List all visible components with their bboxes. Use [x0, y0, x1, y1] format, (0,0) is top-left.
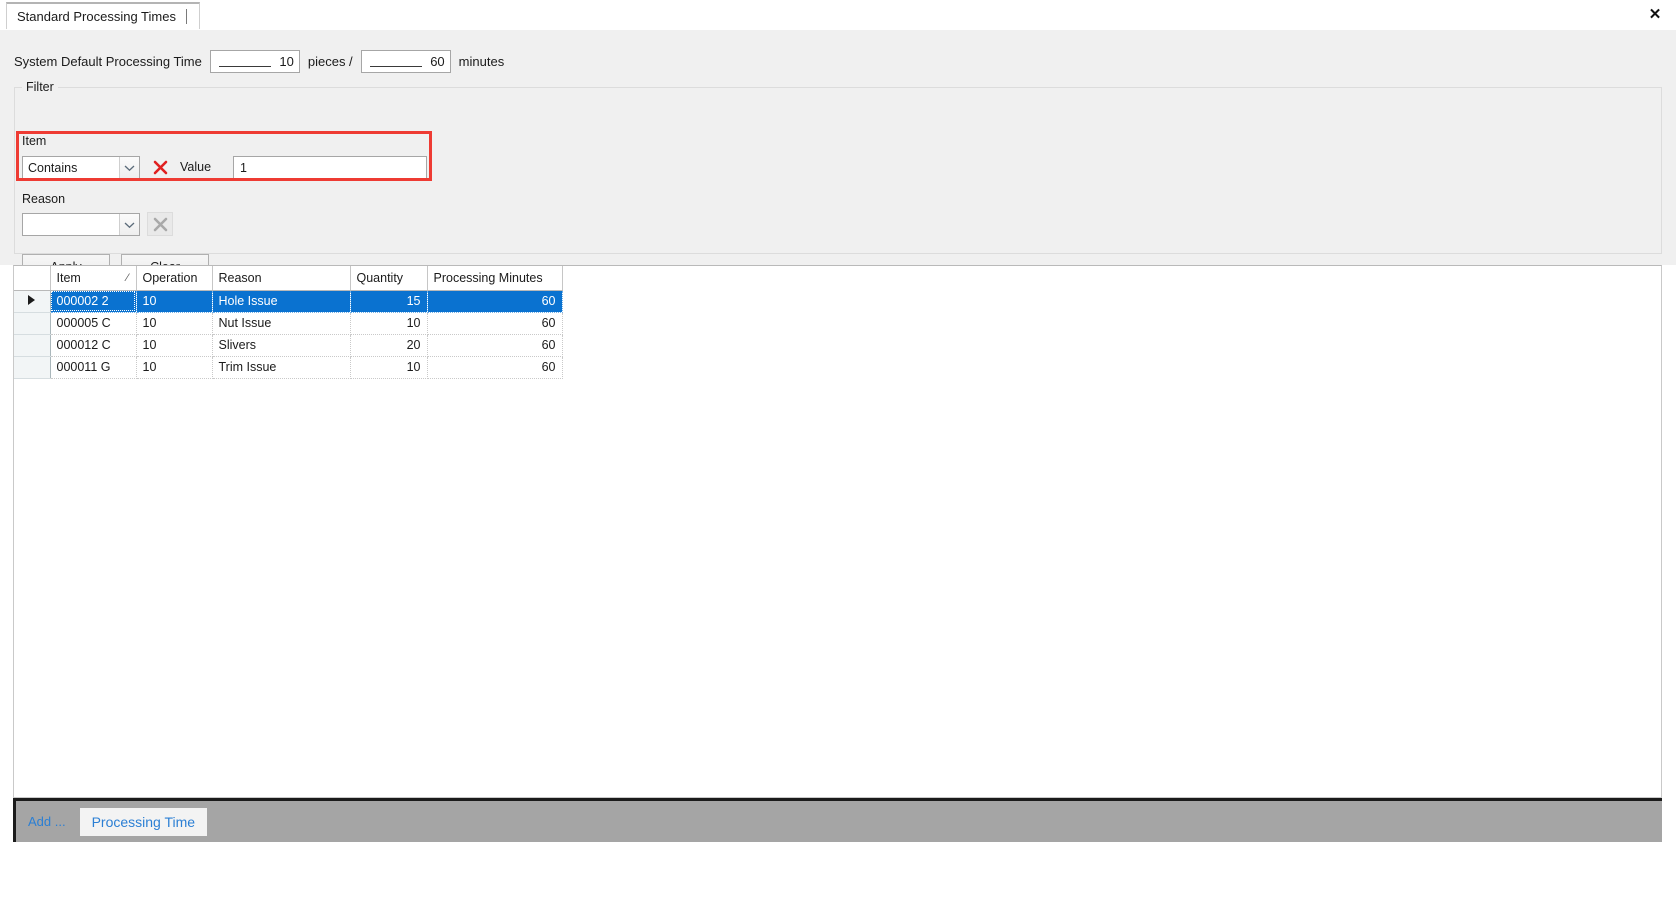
column-header-label: Processing Minutes: [433, 270, 543, 285]
cell-reason[interactable]: Trim Issue: [212, 356, 351, 379]
form-area: System Default Processing Time 10 pieces…: [0, 30, 1676, 279]
minutes-unit-label: minutes: [458, 53, 505, 69]
chevron-down-icon[interactable]: [119, 214, 139, 235]
tab-processing-time[interactable]: Processing Time: [79, 807, 208, 836]
pieces-value: 10: [279, 53, 294, 69]
row-selector-cell[interactable]: [14, 290, 51, 313]
cell-op[interactable]: 10: [136, 290, 213, 313]
table-row[interactable]: 000002 2 10 Hole Issue 15 60: [14, 290, 563, 313]
cell-reason[interactable]: Nut Issue: [212, 312, 351, 335]
table-row[interactable]: 000012 C 10 Slivers 20 60: [14, 334, 563, 357]
column-header-label: Item: [56, 270, 81, 285]
cell-minutes[interactable]: 60: [427, 356, 563, 379]
column-header-minutes[interactable]: Processing Minutes: [427, 266, 563, 291]
cell-minutes[interactable]: 60: [427, 290, 563, 313]
cell-qty[interactable]: 15: [350, 290, 428, 313]
cell-qty[interactable]: 10: [350, 356, 428, 379]
row-selector-arrow-icon: [28, 295, 36, 305]
cell-op[interactable]: 10: [136, 312, 213, 335]
cell-item[interactable]: 000005 C: [50, 312, 137, 335]
cell-reason[interactable]: Hole Issue: [212, 290, 351, 313]
cell-item[interactable]: 000012 C: [50, 334, 137, 357]
cell-qty[interactable]: 20: [350, 334, 428, 357]
document-tab-label: Standard Processing Times: [17, 9, 176, 24]
close-glyph: ✕: [1648, 6, 1662, 23]
cell-qty[interactable]: 10: [350, 312, 428, 335]
close-icon[interactable]: ✕: [1642, 2, 1668, 26]
table-header-row: Item ⁄ Operation Reason Quantity Processing M…: [14, 266, 563, 291]
minutes-value: 60: [430, 53, 445, 69]
titlebar: Standard Processing Times ✕: [0, 0, 1676, 31]
pieces-input[interactable]: 10: [209, 49, 300, 73]
minutes-input[interactable]: 60: [360, 49, 451, 73]
processing-times-table: Item ⁄ Operation Reason Quantity Processing M…: [14, 266, 563, 379]
standard-processing-times-window: Standard Processing Times ✕ System Defau…: [0, 0, 1676, 914]
add-link[interactable]: Add ...: [28, 814, 66, 829]
row-selector-cell[interactable]: [14, 356, 51, 379]
system-default-processing-time-row: System Default Processing Time 10 pieces…: [14, 49, 504, 73]
cell-op[interactable]: 10: [136, 356, 213, 379]
cell-item[interactable]: 000011 G: [50, 356, 137, 379]
sort-ascending-icon: ⁄: [126, 271, 129, 284]
pieces-unit-label: pieces /: [307, 53, 353, 69]
item-filter-highlight: [16, 131, 432, 181]
column-header-label: Quantity: [356, 270, 404, 285]
cell-reason[interactable]: Slivers: [212, 334, 351, 357]
column-header-label: Reason: [218, 270, 262, 285]
cell-minutes[interactable]: 60: [427, 312, 563, 335]
document-tab-standard-processing-times[interactable]: Standard Processing Times: [6, 2, 200, 29]
reason-combobox[interactable]: [22, 213, 140, 236]
column-header-op[interactable]: Operation: [136, 266, 213, 291]
text-caret: [185, 9, 187, 24]
table-body: 000002 2 10 Hole Issue 15 60 000005 C 10 Nut Is…: [14, 290, 563, 379]
bottom-tab-bar: Add ... Processing Time: [13, 798, 1662, 842]
row-selector-cell[interactable]: [14, 312, 51, 335]
column-header-label: Operation: [142, 270, 198, 285]
column-header-reason[interactable]: Reason: [212, 266, 351, 291]
row-selector-cell[interactable]: [14, 334, 51, 357]
cell-op[interactable]: 10: [136, 334, 213, 357]
column-header-item[interactable]: Item ⁄: [50, 266, 137, 291]
table-row[interactable]: 000011 G 10 Trim Issue 10 60: [14, 356, 563, 379]
cell-minutes[interactable]: 60: [427, 334, 563, 357]
processing-times-grid-panel[interactable]: Item ⁄ Operation Reason Quantity Processing M…: [13, 265, 1662, 798]
reason-filter-clear-x-icon: [147, 212, 173, 236]
field-underline: [218, 65, 271, 67]
system-default-label: System Default Processing Time: [14, 53, 202, 69]
field-underline: [369, 65, 422, 67]
reason-filter-label: Reason: [22, 192, 66, 206]
column-header-qty[interactable]: Quantity: [350, 266, 428, 291]
table-row[interactable]: 000005 C 10 Nut Issue 10 60: [14, 312, 563, 335]
filter-legend-label: Filter: [22, 80, 58, 94]
cell-item[interactable]: 000002 2: [50, 290, 137, 313]
tab-processing-time-label: Processing Time: [91, 813, 196, 830]
row-selector-header: [14, 266, 51, 291]
